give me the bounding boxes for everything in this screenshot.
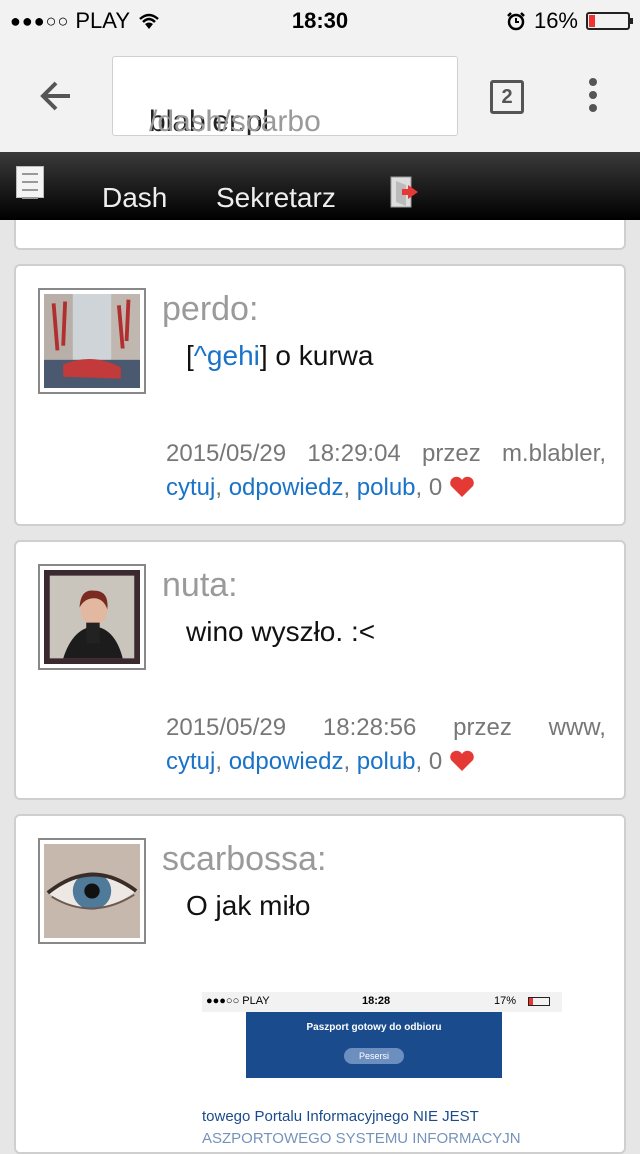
avatar[interactable]: [38, 564, 146, 670]
post-message: O jak miło: [186, 890, 311, 921]
overflow-menu-icon[interactable]: [586, 78, 600, 118]
embedded-screenshot[interactable]: ●●●○○ PLAY 18:28 17% Paszport gotowy do …: [202, 992, 562, 1152]
reply-link[interactable]: odpowiedz: [229, 474, 344, 501]
browser-toolbar: blabler.pl/dash/scarbo 2: [0, 40, 640, 152]
post-time: 18:29:04: [307, 440, 401, 467]
post-via: m.blabler,: [501, 440, 606, 467]
status-right: 16%: [506, 8, 633, 34]
nav-link-sekretarz[interactable]: Sekretarz: [216, 182, 336, 214]
like-link[interactable]: polub: [357, 748, 416, 775]
address-bar[interactable]: blabler.pl/dash/scarbo: [112, 56, 458, 136]
post-date: 2015/05/29: [166, 440, 287, 467]
like-link[interactable]: polub: [357, 474, 416, 501]
battery-percent: 16%: [533, 8, 578, 33]
post-by-label: przez: [422, 440, 481, 467]
alarm-icon: [507, 12, 525, 31]
like-count: 0: [428, 748, 443, 775]
like-count: 0: [428, 474, 443, 501]
embedded-status-bar: ●●●○○ PLAY 18:28 17%: [202, 992, 562, 1012]
site-nav: Dash Sekretarz: [0, 152, 640, 220]
embedded-banner: Paszport gotowy do odbioru Pesersi: [246, 1012, 502, 1078]
post-date: 2015/05/29: [166, 714, 287, 741]
avatar-image: [44, 844, 140, 938]
url-path: /dash/scarbo: [149, 105, 321, 136]
quote-link[interactable]: cytuj: [166, 474, 215, 501]
post-author[interactable]: scarbossa:: [162, 840, 326, 879]
mention-link[interactable]: ^gehi: [194, 340, 260, 371]
post-author[interactable]: perdo:: [162, 290, 258, 329]
tab-switcher-button[interactable]: 2: [490, 80, 524, 114]
post-card: scarbossa: O jak miło ●●●○○ PLAY 18:28 1…: [14, 814, 626, 1154]
back-arrow-icon[interactable]: [36, 76, 76, 116]
post-card: perdo: [^gehi] o kurwa 2015/05/29 18:29:…: [14, 264, 626, 526]
reply-link[interactable]: odpowiedz: [229, 748, 344, 775]
post-by-label: przez: [453, 714, 512, 741]
heart-icon[interactable]: [449, 476, 475, 498]
battery-icon: [586, 12, 633, 30]
post-card: nuta: wino wyszło. :< 2015/05/29 18:28:5…: [14, 540, 626, 800]
document-icon[interactable]: [16, 166, 44, 199]
post-message: [^gehi] o kurwa: [186, 340, 374, 371]
post-author[interactable]: nuta:: [162, 566, 238, 605]
avatar-image: [44, 294, 140, 388]
logout-icon[interactable]: [390, 176, 420, 208]
post-time: 18:28:56: [322, 714, 417, 741]
status-bar: ●●●○○ PLAY 18:30 16%: [0, 0, 640, 40]
post-meta: 2015/05/29 18:28:56 przez www, cytuj, od…: [166, 714, 606, 775]
nav-link-dash[interactable]: Dash: [102, 182, 167, 214]
post-meta: 2015/05/29 18:29:04 przez m.blabler, cyt…: [166, 440, 606, 501]
avatar[interactable]: [38, 288, 146, 394]
quote-link[interactable]: cytuj: [166, 748, 215, 775]
post-via: www,: [548, 714, 606, 741]
heart-icon[interactable]: [449, 750, 475, 772]
avatar-image: [44, 570, 140, 664]
avatar[interactable]: [38, 838, 146, 944]
post-message: wino wyszło. :<: [186, 616, 376, 647]
